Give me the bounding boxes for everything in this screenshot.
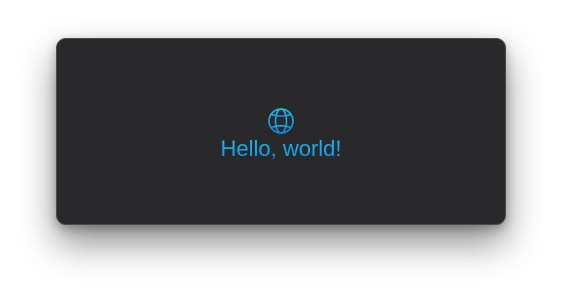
app-window: Hello, world! bbox=[56, 38, 506, 225]
greeting-text: Hello, world! bbox=[220, 136, 342, 161]
content-view: Hello, world! bbox=[57, 39, 505, 224]
globe-icon bbox=[268, 108, 294, 134]
